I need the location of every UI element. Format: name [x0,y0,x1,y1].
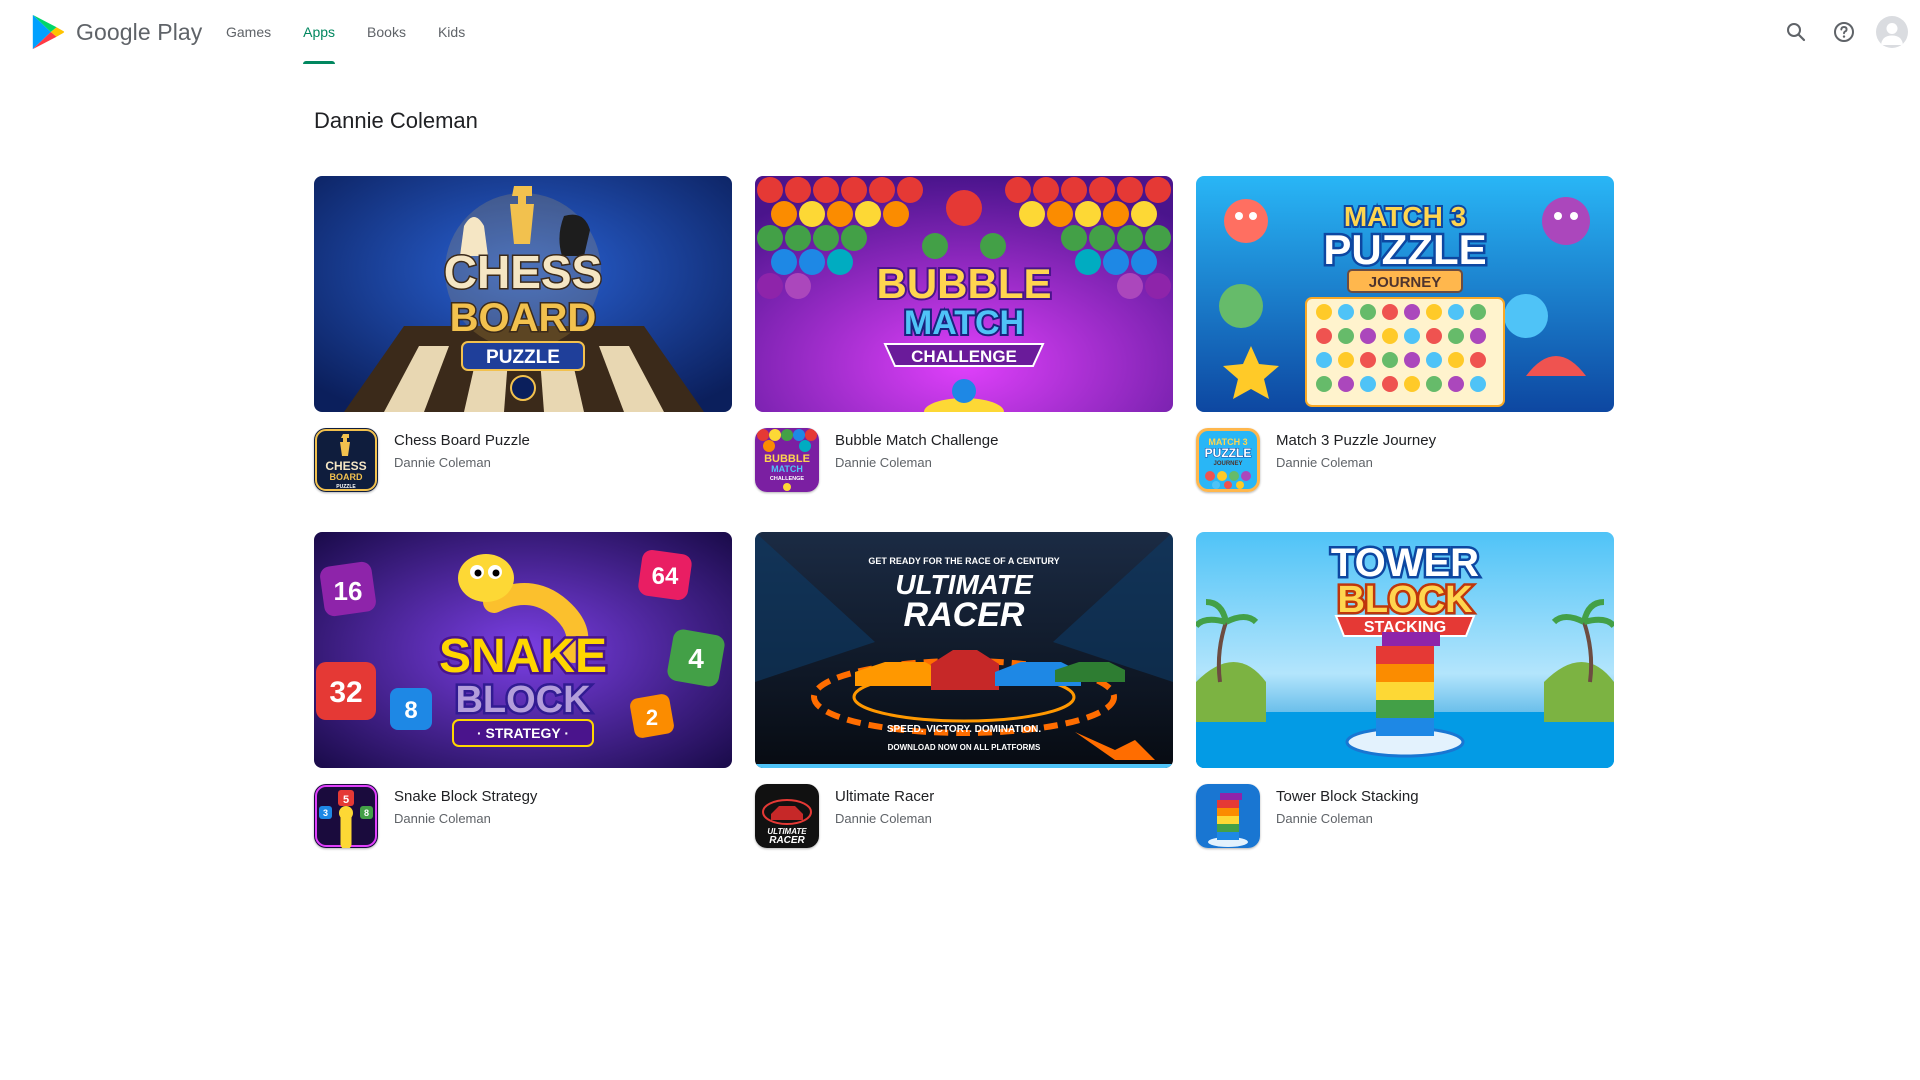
tab-label: Kids [437,24,466,40]
app-title: Bubble Match Challenge [835,432,999,449]
svg-text:8: 8 [364,808,369,818]
app-banner: 16 64 32 8 4 2 SNAKE BLOCK · STRATEGY · [314,532,732,768]
app-icon: MATCH 3 PUZZLE JOURNEY [1196,428,1260,492]
app-developer: Dannie Coleman [1276,455,1373,470]
svg-text:BOARD: BOARD [330,472,363,482]
app-banner: CHESS BOARD PUZZLE [314,176,732,412]
svg-text:CHALLENGE: CHALLENGE [770,476,805,482]
snake-banner-image: 16 64 32 8 4 2 SNAKE BLOCK · STRATEGY · [314,532,732,768]
svg-text:MATCH: MATCH [771,464,803,474]
app-developer: Dannie Coleman [835,455,932,470]
app-card[interactable]: TOWER BLOCK STACKING Tower Block Stackin… [1196,532,1614,862]
match3-app-icon: MATCH 3 PUZZLE JOURNEY [1196,428,1260,492]
app-banner: GET READY FOR THE RACE OF A CENTURY ULTI… [755,532,1173,768]
tower-app-icon [1196,784,1260,848]
search-icon [1787,23,1806,42]
svg-text:PUZZLE: PUZZLE [336,484,356,490]
developer-page: Dannie Coleman CHESS BOARD PUZZLE CHESS … [314,104,1614,848]
app-title: Snake Block Strategy [394,788,538,805]
banner-title-3: · STRATEGY · [477,725,569,741]
brand-name: Google Play [76,18,203,45]
racer-app-icon: ULTIMATE RACER [755,784,819,848]
search-button[interactable] [1776,12,1816,52]
banner-title-1: BUBBLE [877,260,1052,307]
banner-title-2: BOARD [450,296,597,340]
banner-tagline: GET READY FOR THE RACE OF A CENTURY [868,556,1059,566]
app-developer: Dannie Coleman [835,811,932,826]
app-banner: TOWER BLOCK STACKING [1196,532,1614,768]
tab-label: Books [367,24,406,40]
app-developer: Dannie Coleman [1276,811,1373,826]
tower-banner-image: TOWER BLOCK STACKING [1196,532,1614,768]
bubble-app-icon: BUBBLE MATCH CHALLENGE [755,428,819,492]
google-play-logo[interactable]: Google Play [30,13,202,51]
account-avatar-icon [1881,23,1903,45]
tab-label: Apps [303,24,336,40]
app-developer: Dannie Coleman [394,455,491,470]
snake-app-icon: 5 3 8 [314,784,378,848]
banner-title-3: PUZZLE [486,347,560,368]
chess-app-icon: CHESS BOARD PUZZLE [314,428,378,492]
tab-indicator [303,61,336,64]
banner-title-2: PUZZLE [1323,226,1486,273]
app-banner: MATCH 3 PUZZLE JOURNEY [1196,176,1614,412]
banner-title-3: CHALLENGE [911,347,1017,366]
racer-banner-image: GET READY FOR THE RACE OF A CENTURY ULTI… [755,532,1173,768]
banner-title-3: JOURNEY [1369,274,1442,291]
play-logo-icon [32,14,65,50]
account-button[interactable] [1872,12,1912,52]
tab-apps[interactable]: Apps [287,0,351,64]
app-banner: BUBBLE MATCH CHALLENGE [755,176,1173,412]
banner-title-2: RACER [904,596,1025,634]
top-nav: Games Apps Books Kids [210,0,481,64]
app-title: Chess Board Puzzle [394,432,530,449]
app-card[interactable]: MATCH 3 PUZZLE JOURNEY MATCH 3 PUZZLE JO… [1196,176,1614,506]
app-card[interactable]: BUBBLE MATCH CHALLENGE BUBBLE MATCH CHAL… [755,176,1173,506]
svg-text:16: 16 [334,576,363,606]
svg-text:5: 5 [343,794,349,806]
app-card[interactable]: CHESS BOARD PUZZLE CHESS BOARD PUZZLE Ch… [314,176,732,506]
banner-title-1: CHESS [444,246,602,298]
app-icon: 5 3 8 [314,784,378,848]
app-developer: Dannie Coleman [394,811,491,826]
tab-kids[interactable]: Kids [422,0,481,64]
app-icon: BUBBLE MATCH CHALLENGE [755,428,819,492]
tab-games[interactable]: Games [210,0,287,64]
app-card[interactable]: 16 64 32 8 4 2 SNAKE BLOCK · STRATEGY · … [314,532,732,862]
app-icon: ULTIMATE RACER [755,784,819,848]
page-title: Dannie Coleman [314,108,478,133]
top-app-bar: Google Play Games Apps Books Kids [0,0,1920,64]
svg-text:32: 32 [329,676,362,709]
banner-cta: DOWNLOAD NOW ON ALL PLATFORMS [888,743,1041,752]
banner-slogan: SPEED. VICTORY. DOMINATION. [887,724,1041,735]
app-title: Match 3 Puzzle Journey [1276,432,1437,449]
match3-banner-image: MATCH 3 PUZZLE JOURNEY [1196,176,1614,412]
tab-label: Games [226,24,272,40]
app-icon [1196,784,1260,848]
help-button[interactable] [1824,12,1864,52]
chess-banner-image: CHESS BOARD PUZZLE [314,176,732,412]
header-actions [1768,12,1912,52]
app-icon: CHESS BOARD PUZZLE [314,428,378,492]
svg-text:RACER: RACER [769,835,805,846]
help-icon [1834,22,1854,42]
app-card[interactable]: GET READY FOR THE RACE OF A CENTURY ULTI… [755,532,1173,862]
banner-title-1: SNAKE [439,630,607,683]
svg-text:PUZZLE: PUZZLE [1205,446,1252,460]
banner-title-2: MATCH [904,304,1024,342]
app-title: Ultimate Racer [835,788,935,805]
svg-text:64: 64 [652,563,679,590]
svg-text:8: 8 [404,697,417,724]
tab-books[interactable]: Books [351,0,422,64]
svg-text:4: 4 [688,643,704,674]
avatar [1876,16,1908,48]
app-title: Tower Block Stacking [1276,788,1419,805]
banner-title-2: BLOCK [1337,579,1473,621]
bubble-banner-image: BUBBLE MATCH CHALLENGE [755,176,1173,412]
svg-text:JOURNEY: JOURNEY [1213,461,1242,467]
svg-text:3: 3 [323,808,328,818]
svg-text:CHESS: CHESS [325,459,366,473]
banner-title-2: BLOCK [455,679,591,721]
svg-text:2: 2 [646,705,658,730]
